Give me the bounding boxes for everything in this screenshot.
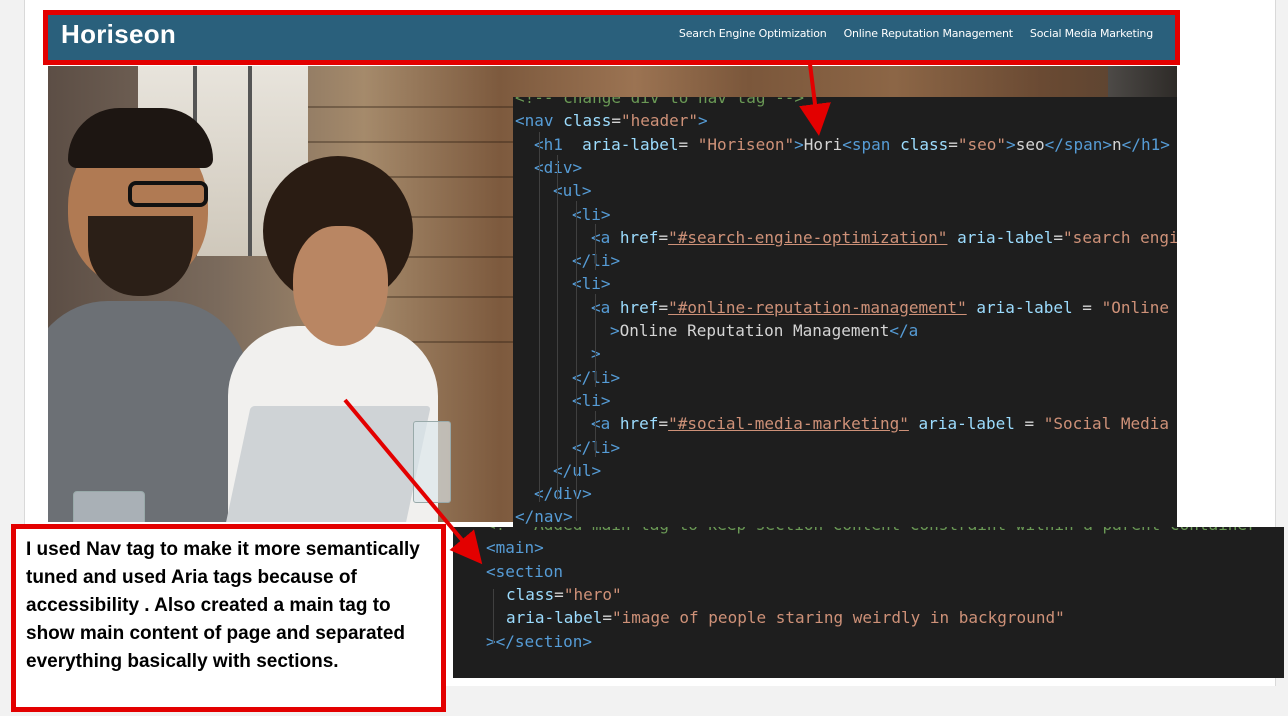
arrow-to-nav-code <box>799 63 831 136</box>
annotation-arrows <box>343 63 831 565</box>
arrow-to-main-code <box>343 398 483 565</box>
